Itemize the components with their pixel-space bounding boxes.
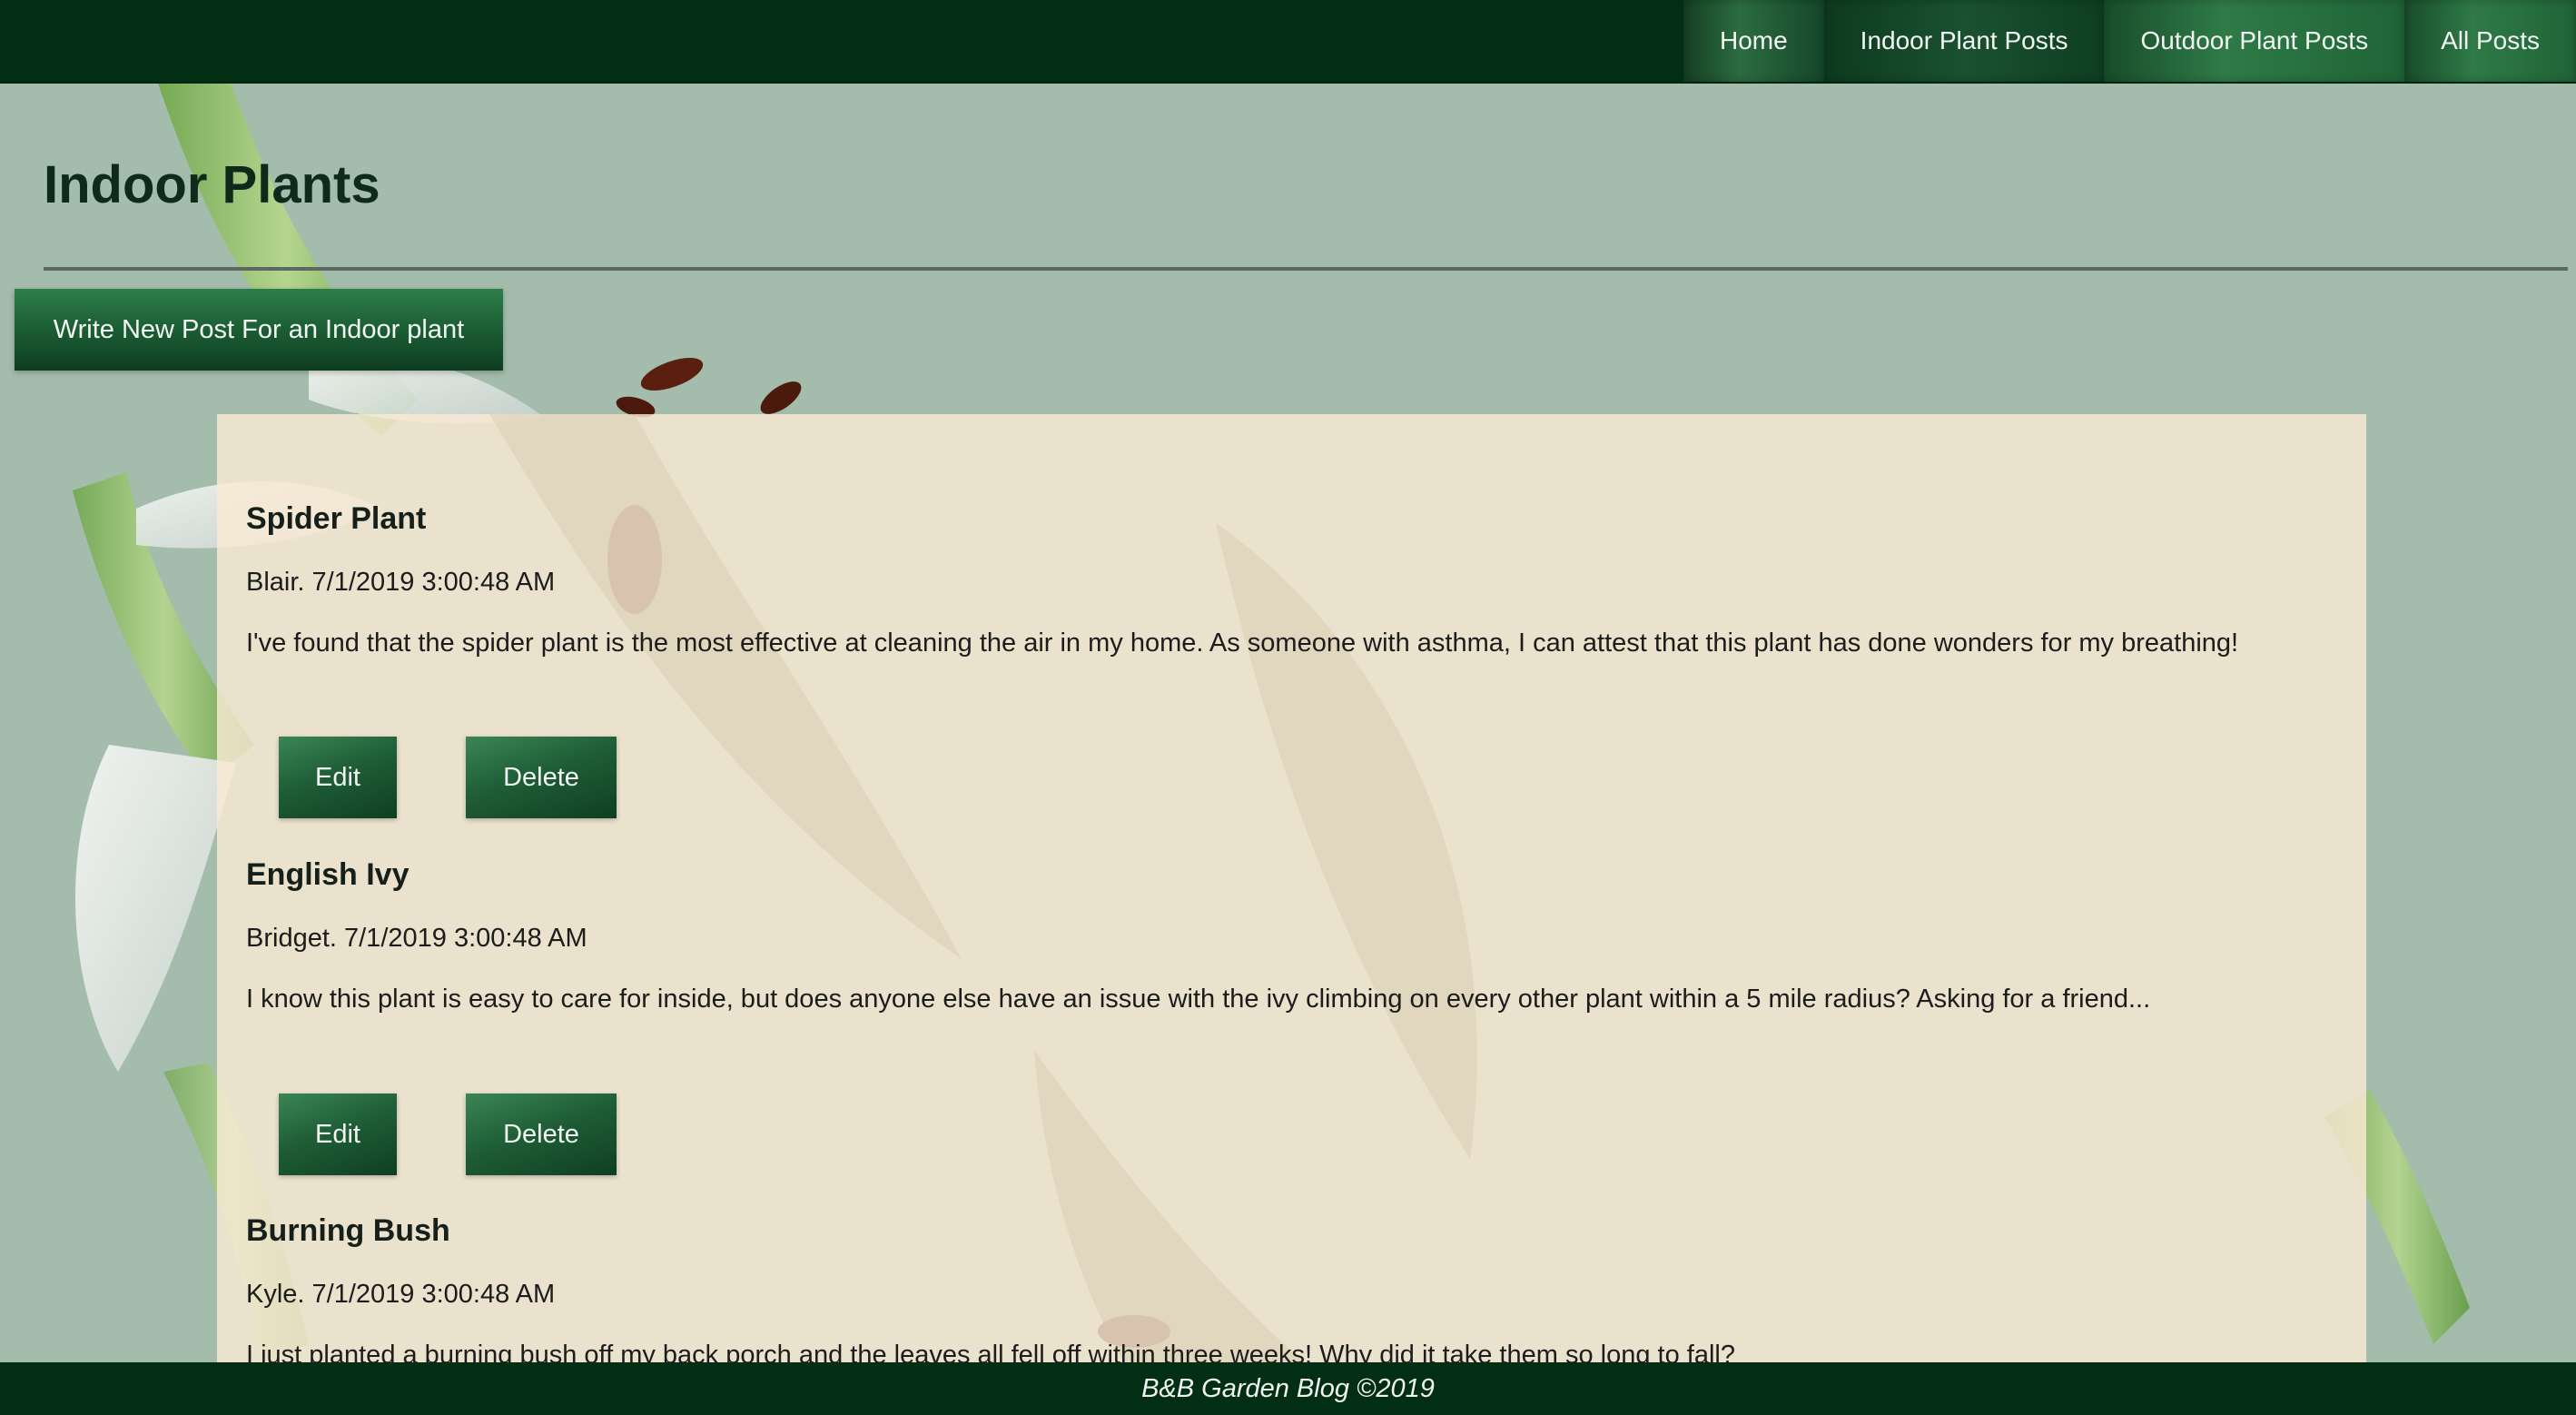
post-body: I just planted a burning bush off my bac…	[246, 1341, 1735, 1364]
post-author-date: Blair. 7/1/2019 3:00:48 AM	[246, 568, 556, 597]
edit-button[interactable]: Edit	[279, 1093, 397, 1175]
delete-button[interactable]: Delete	[466, 737, 617, 818]
top-navigation-bar: Home Indoor Plant Posts Outdoor Plant Po…	[0, 0, 2576, 84]
write-new-post-button[interactable]: Write New Post For an Indoor plant	[15, 289, 503, 371]
delete-button[interactable]: Delete	[466, 1093, 617, 1175]
posts-panel: Spider Plant Blair. 7/1/2019 3:00:48 AM …	[217, 414, 2366, 1364]
title-divider	[44, 267, 2568, 271]
nav-link-all-posts[interactable]: All Posts	[2404, 0, 2576, 82]
post-title: Spider Plant	[246, 501, 427, 536]
post-body: I've found that the spider plant is the …	[246, 628, 2239, 658]
post-author-date: Bridget. 7/1/2019 3:00:48 AM	[246, 924, 587, 953]
edit-button[interactable]: Edit	[279, 737, 397, 818]
post-item: Spider Plant Blair. 7/1/2019 3:00:48 AM …	[246, 501, 2334, 658]
post-body: I know this plant is easy to care for in…	[246, 985, 2151, 1014]
nav-menu: Home Indoor Plant Posts Outdoor Plant Po…	[1683, 0, 2576, 82]
post-title: English Ivy	[246, 857, 410, 892]
post-title: Burning Bush	[246, 1213, 450, 1248]
nav-link-outdoor-plant-posts[interactable]: Outdoor Plant Posts	[2104, 0, 2405, 82]
post-item: English Ivy Bridget. 7/1/2019 3:00:48 AM…	[246, 857, 2334, 1014]
post-item: Burning Bush Kyle. 7/1/2019 3:00:48 AM I…	[246, 1213, 2334, 1364]
footer: B&B Garden Blog ©2019	[0, 1362, 2576, 1415]
nav-link-home[interactable]: Home	[1683, 0, 1824, 82]
post-author-date: Kyle. 7/1/2019 3:00:48 AM	[246, 1280, 556, 1309]
page-title: Indoor Plants	[44, 155, 380, 214]
nav-link-indoor-plant-posts[interactable]: Indoor Plant Posts	[1823, 0, 2105, 82]
footer-copyright: B&B Garden Blog ©2019	[1141, 1373, 1435, 1403]
